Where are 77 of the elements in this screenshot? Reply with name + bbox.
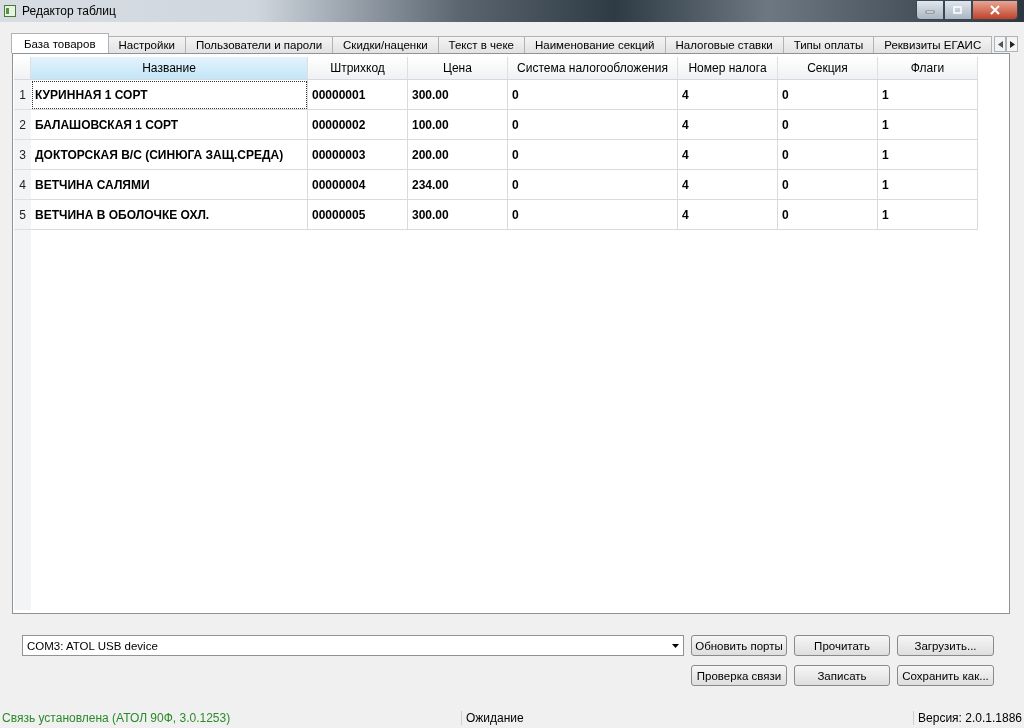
table-cell: 0	[778, 170, 878, 200]
scroll-left-icon[interactable]	[994, 36, 1007, 52]
tab[interactable]: Текст в чеке	[437, 36, 525, 53]
row-number: 3	[14, 140, 31, 170]
minimize-button[interactable]	[916, 0, 944, 20]
action-button[interactable]: Проверка связи	[691, 665, 787, 686]
header-corner	[14, 57, 31, 80]
action-button[interactable]: Записать	[794, 665, 890, 686]
table-cell: 0	[508, 140, 678, 170]
table-cell: 300.00	[408, 80, 508, 110]
table-cell: ВЕТЧИНА САЛЯМИ	[31, 170, 308, 200]
table-cell: 00000003	[308, 140, 408, 170]
tab[interactable]: Налоговые ставки	[664, 36, 784, 53]
table-cell: 00000002	[308, 110, 408, 140]
action-button[interactable]: Прочитать	[794, 635, 890, 656]
table-cell: 200.00	[408, 140, 508, 170]
action-button[interactable]: Обновить порты	[691, 635, 787, 656]
window-title: Редактор таблиц	[22, 4, 117, 18]
table-cell: 4	[678, 110, 778, 140]
tab[interactable]: Наименование секций	[524, 36, 666, 53]
scroll-right-icon[interactable]	[1006, 36, 1019, 52]
column-header[interactable]: Название	[31, 57, 308, 80]
column-header[interactable]: Флаги	[878, 57, 978, 80]
column-header[interactable]: Штрихкод	[308, 57, 408, 80]
table-cell: 100.00	[408, 110, 508, 140]
column-header[interactable]: Номер налога	[678, 57, 778, 80]
table-cell: КУРИННАЯ 1 СОРТ	[31, 80, 308, 110]
dropdown-arrow-icon	[672, 643, 679, 648]
action-button[interactable]: Загрузить...	[897, 635, 994, 656]
tab[interactable]: База товаров	[11, 33, 109, 53]
action-button[interactable]: Сохранить как...	[897, 665, 994, 686]
maximize-button[interactable]	[944, 0, 972, 20]
row-number: 2	[14, 110, 31, 140]
tab[interactable]: Типы оплаты	[782, 36, 875, 53]
maximize-icon	[953, 5, 963, 15]
close-button[interactable]	[972, 0, 1018, 20]
app-icon	[4, 5, 16, 17]
table-cell: 1	[878, 110, 978, 140]
table-cell: 300.00	[408, 200, 508, 230]
table-cell: 0	[778, 140, 878, 170]
table-cell: 1	[878, 140, 978, 170]
status-text: Ожидание	[461, 711, 914, 725]
table-cell: БАЛАШОВСКАЯ 1 СОРТ	[31, 110, 308, 140]
row-number: 1	[14, 80, 31, 110]
table-cell: 0	[508, 200, 678, 230]
table-cell: 0	[778, 80, 878, 110]
table-cell: 0	[778, 200, 878, 230]
table-cell: ДОКТОРСКАЯ В/С (СИНЮГА ЗАЩ.СРЕДА)	[31, 140, 308, 170]
table-cell: 00000004	[308, 170, 408, 200]
table-cell: 234.00	[408, 170, 508, 200]
row-number: 5	[14, 200, 31, 230]
table-cell: 0	[508, 110, 678, 140]
connection-status: Связь установлена (АТОЛ 90Ф, 3.0.1253)	[1, 711, 232, 725]
table-cell: 4	[678, 140, 778, 170]
table-cell: 4	[678, 80, 778, 110]
table-cell: 1	[878, 80, 978, 110]
table-cell: 4	[678, 200, 778, 230]
port-dropdown[interactable]: COM3: ATOL USB device	[22, 635, 684, 656]
table-cell: 0	[778, 110, 878, 140]
table-cell: 0	[508, 80, 678, 110]
table-cell: 1	[878, 170, 978, 200]
tab[interactable]: Пользователи и пароли	[184, 36, 334, 53]
table-cell: 00000001	[308, 80, 408, 110]
version-label: Версия: 2.0.1.1886	[913, 711, 1024, 725]
tab[interactable]: Скидки/наценки	[332, 36, 439, 53]
column-header[interactable]: Цена	[408, 57, 508, 80]
table-cell: 00000005	[308, 200, 408, 230]
tab[interactable]: Настройки	[107, 36, 186, 53]
table-cell: 4	[678, 170, 778, 200]
column-header[interactable]: Секция	[778, 57, 878, 80]
table-cell: 1	[878, 200, 978, 230]
column-header[interactable]: Система налогообложения	[508, 57, 678, 80]
table-cell: 0	[508, 170, 678, 200]
tab[interactable]: Реквизиты ЕГАИС	[873, 36, 993, 53]
close-icon	[990, 5, 1000, 15]
row-number: 4	[14, 170, 31, 200]
table-cell: ВЕТЧИНА В ОБОЛОЧКЕ ОХЛ.	[31, 200, 308, 230]
